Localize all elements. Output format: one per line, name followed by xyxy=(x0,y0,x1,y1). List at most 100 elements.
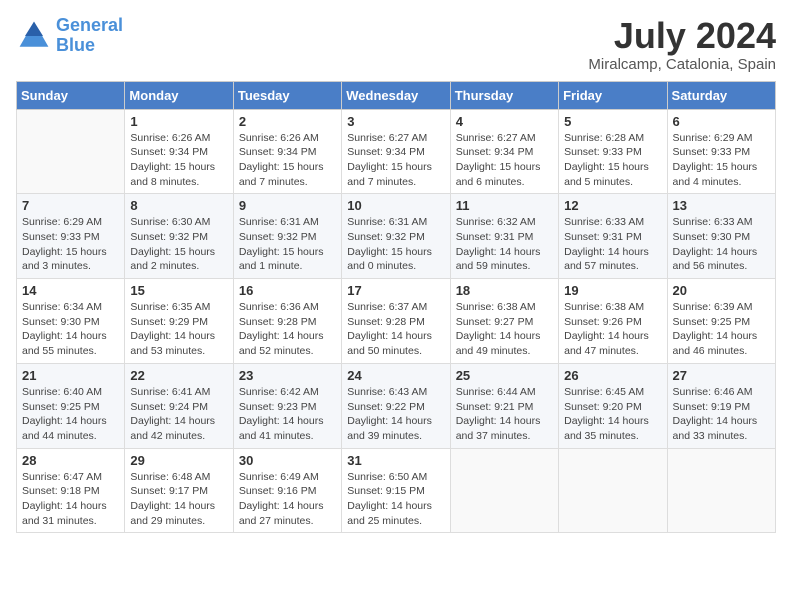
day-info: Sunrise: 6:37 AMSunset: 9:28 PMDaylight:… xyxy=(347,300,444,359)
day-cell-9: 9Sunrise: 6:31 AMSunset: 9:32 PMDaylight… xyxy=(233,194,341,279)
day-number: 1 xyxy=(130,114,227,129)
day-number: 11 xyxy=(456,198,553,213)
day-cell-24: 24Sunrise: 6:43 AMSunset: 9:22 PMDayligh… xyxy=(342,363,450,448)
day-info: Sunrise: 6:39 AMSunset: 9:25 PMDaylight:… xyxy=(673,300,770,359)
day-number: 21 xyxy=(22,368,119,383)
logo-icon xyxy=(16,18,52,54)
day-number: 25 xyxy=(456,368,553,383)
day-info: Sunrise: 6:27 AMSunset: 9:34 PMDaylight:… xyxy=(347,131,444,190)
day-info: Sunrise: 6:33 AMSunset: 9:31 PMDaylight:… xyxy=(564,215,661,274)
day-number: 20 xyxy=(673,283,770,298)
month-year: July 2024 xyxy=(588,16,776,56)
calendar-body: 1 Sunrise: 6:26 AMSunset: 9:34 PMDaylight… xyxy=(17,109,776,533)
day-number: 19 xyxy=(564,283,661,298)
day-number: 13 xyxy=(673,198,770,213)
week-row-3: 21Sunrise: 6:40 AMSunset: 9:25 PMDayligh… xyxy=(17,363,776,448)
day-number: 7 xyxy=(22,198,119,213)
day-number: 27 xyxy=(673,368,770,383)
empty-cell xyxy=(667,448,775,533)
empty-cell xyxy=(559,448,667,533)
weekday-header-thursday: Thursday xyxy=(450,81,558,109)
weekday-header-row: SundayMondayTuesdayWednesdayThursdayFrid… xyxy=(17,81,776,109)
location: Miralcamp, Catalonia, Spain xyxy=(588,56,776,73)
day-number: 9 xyxy=(239,198,336,213)
calendar-table: SundayMondayTuesdayWednesdayThursdayFrid… xyxy=(16,81,776,534)
day-info: Sunrise: 6:49 AMSunset: 9:16 PMDaylight:… xyxy=(239,470,336,529)
day-cell-11: 11 Sunrise: 6:32 AMSunset: 9:31 PMDayligh… xyxy=(450,194,558,279)
day-info: Sunrise: 6:50 AMSunset: 9:15 PMDaylight:… xyxy=(347,470,444,529)
page-header: General Blue July 2024 Miralcamp, Catalo… xyxy=(16,16,776,73)
day-info: Sunrise: 6:31 AMSunset: 9:32 PMDaylight:… xyxy=(347,215,444,274)
day-cell-4: 4Sunrise: 6:27 AMSunset: 9:34 PMDaylight… xyxy=(450,109,558,194)
weekday-header-monday: Monday xyxy=(125,81,233,109)
day-cell-14: 14Sunrise: 6:34 AMSunset: 9:30 PMDayligh… xyxy=(17,279,125,364)
day-number: 12 xyxy=(564,198,661,213)
weekday-header-sunday: Sunday xyxy=(17,81,125,109)
day-cell-6: 6 Sunrise: 6:29 AMSunset: 9:33 PMDaylight… xyxy=(667,109,775,194)
day-cell-29: 29 Sunrise: 6:48 AMSunset: 9:17 PMDayligh… xyxy=(125,448,233,533)
logo-text: General Blue xyxy=(56,16,123,56)
day-number: 3 xyxy=(347,114,444,129)
day-number: 2 xyxy=(239,114,336,129)
title-block: July 2024 Miralcamp, Catalonia, Spain xyxy=(588,16,776,73)
day-info: Sunrise: 6:28 AMSunset: 9:33 PMDaylight:… xyxy=(564,131,661,190)
logo-line1: General xyxy=(56,15,123,35)
day-number: 8 xyxy=(130,198,227,213)
day-cell-12: 12 Sunrise: 6:33 AMSunset: 9:31 PMDayligh… xyxy=(559,194,667,279)
day-number: 6 xyxy=(673,114,770,129)
day-cell-17: 17 Sunrise: 6:37 AMSunset: 9:28 PMDayligh… xyxy=(342,279,450,364)
day-info: Sunrise: 6:29 AMSunset: 9:33 PMDaylight:… xyxy=(22,215,119,274)
day-number: 30 xyxy=(239,453,336,468)
day-number: 31 xyxy=(347,453,444,468)
day-cell-1: 1 Sunrise: 6:26 AMSunset: 9:34 PMDaylight… xyxy=(125,109,233,194)
weekday-header-wednesday: Wednesday xyxy=(342,81,450,109)
day-info: Sunrise: 6:44 AMSunset: 9:21 PMDaylight:… xyxy=(456,385,553,444)
day-info: Sunrise: 6:47 AMSunset: 9:18 PMDaylight:… xyxy=(22,470,119,529)
day-info: Sunrise: 6:29 AMSunset: 9:33 PMDaylight:… xyxy=(673,131,770,190)
week-row-0: 1 Sunrise: 6:26 AMSunset: 9:34 PMDaylight… xyxy=(17,109,776,194)
day-info: Sunrise: 6:36 AMSunset: 9:28 PMDaylight:… xyxy=(239,300,336,359)
day-info: Sunrise: 6:48 AMSunset: 9:17 PMDaylight:… xyxy=(130,470,227,529)
day-number: 15 xyxy=(130,283,227,298)
day-cell-10: 10 Sunrise: 6:31 AMSunset: 9:32 PMDayligh… xyxy=(342,194,450,279)
day-info: Sunrise: 6:33 AMSunset: 9:30 PMDaylight:… xyxy=(673,215,770,274)
day-number: 17 xyxy=(347,283,444,298)
day-info: Sunrise: 6:34 AMSunset: 9:30 PMDaylight:… xyxy=(22,300,119,359)
day-cell-2: 2Sunrise: 6:26 AMSunset: 9:34 PMDaylight… xyxy=(233,109,341,194)
empty-cell xyxy=(17,109,125,194)
day-info: Sunrise: 6:43 AMSunset: 9:22 PMDaylight:… xyxy=(347,385,444,444)
day-info: Sunrise: 6:35 AMSunset: 9:29 PMDaylight:… xyxy=(130,300,227,359)
day-cell-26: 26 Sunrise: 6:45 AMSunset: 9:20 PMDayligh… xyxy=(559,363,667,448)
day-cell-27: 27 Sunrise: 6:46 AMSunset: 9:19 PMDayligh… xyxy=(667,363,775,448)
day-number: 16 xyxy=(239,283,336,298)
day-number: 5 xyxy=(564,114,661,129)
day-info: Sunrise: 6:27 AMSunset: 9:34 PMDaylight:… xyxy=(456,131,553,190)
day-number: 10 xyxy=(347,198,444,213)
day-info: Sunrise: 6:45 AMSunset: 9:20 PMDaylight:… xyxy=(564,385,661,444)
day-cell-15: 15 Sunrise: 6:35 AMSunset: 9:29 PMDayligh… xyxy=(125,279,233,364)
day-cell-23: 23Sunrise: 6:42 AMSunset: 9:23 PMDayligh… xyxy=(233,363,341,448)
day-cell-5: 5 Sunrise: 6:28 AMSunset: 9:33 PMDaylight… xyxy=(559,109,667,194)
logo-line2: Blue xyxy=(56,35,95,55)
day-info: Sunrise: 6:32 AMSunset: 9:31 PMDaylight:… xyxy=(456,215,553,274)
week-row-1: 7 Sunrise: 6:29 AMSunset: 9:33 PMDaylight… xyxy=(17,194,776,279)
weekday-header-tuesday: Tuesday xyxy=(233,81,341,109)
day-cell-31: 31 Sunrise: 6:50 AMSunset: 9:15 PMDayligh… xyxy=(342,448,450,533)
day-cell-19: 19Sunrise: 6:38 AMSunset: 9:26 PMDayligh… xyxy=(559,279,667,364)
day-info: Sunrise: 6:38 AMSunset: 9:27 PMDaylight:… xyxy=(456,300,553,359)
day-info: Sunrise: 6:46 AMSunset: 9:19 PMDaylight:… xyxy=(673,385,770,444)
day-cell-3: 3 Sunrise: 6:27 AMSunset: 9:34 PMDaylight… xyxy=(342,109,450,194)
weekday-header-friday: Friday xyxy=(559,81,667,109)
calendar-header: SundayMondayTuesdayWednesdayThursdayFrid… xyxy=(17,81,776,109)
day-number: 26 xyxy=(564,368,661,383)
week-row-2: 14Sunrise: 6:34 AMSunset: 9:30 PMDayligh… xyxy=(17,279,776,364)
empty-cell xyxy=(450,448,558,533)
day-cell-8: 8 Sunrise: 6:30 AMSunset: 9:32 PMDaylight… xyxy=(125,194,233,279)
day-number: 29 xyxy=(130,453,227,468)
day-cell-28: 28Sunrise: 6:47 AMSunset: 9:18 PMDayligh… xyxy=(17,448,125,533)
day-info: Sunrise: 6:30 AMSunset: 9:32 PMDaylight:… xyxy=(130,215,227,274)
week-row-4: 28Sunrise: 6:47 AMSunset: 9:18 PMDayligh… xyxy=(17,448,776,533)
day-number: 22 xyxy=(130,368,227,383)
day-info: Sunrise: 6:26 AMSunset: 9:34 PMDaylight:… xyxy=(130,131,227,190)
day-cell-25: 25 Sunrise: 6:44 AMSunset: 9:21 PMDayligh… xyxy=(450,363,558,448)
